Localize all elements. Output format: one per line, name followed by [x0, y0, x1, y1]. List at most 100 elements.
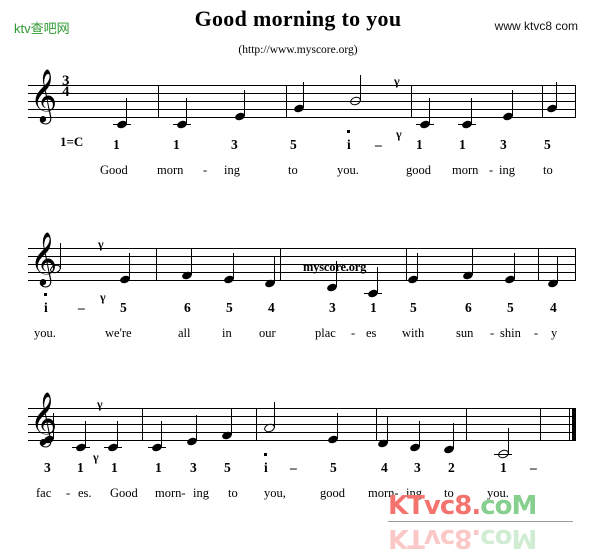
solfa-number: 6	[184, 300, 191, 315]
solfa-number: 5	[226, 300, 233, 315]
solfa-number: 5	[544, 137, 551, 152]
solfa-number: 1	[370, 300, 377, 315]
barline	[256, 408, 257, 441]
staff-line	[28, 256, 576, 257]
number-notation-row-2: i – 5 6 5 4 3 1 5 6 5 4 γ	[0, 291, 596, 320]
lyric-hyphen: -	[490, 326, 495, 340]
solfa-number: 1	[155, 460, 162, 475]
lyrics-row-1: Good morn - ing to you. good morn - ing …	[0, 163, 596, 183]
lyric-syllable: all	[178, 326, 191, 340]
solfa-number: 3	[190, 460, 197, 475]
solfa-number-value: i	[264, 460, 268, 475]
lyric-syllable: es	[366, 326, 377, 340]
barline	[156, 248, 157, 281]
note-stem	[512, 90, 514, 116]
barline	[540, 408, 541, 441]
lyric-syllable: ing	[224, 163, 240, 177]
lyric-syllable: good	[320, 486, 345, 500]
solfa-number: 1	[416, 137, 423, 152]
duration-dash: –	[375, 137, 382, 152]
lyric-syllable: y	[551, 326, 558, 340]
staff-system-1: 𝄞 3 4 1=C γ 1 1 3 5 i – 1 1 3 5 γ Good m…	[0, 72, 596, 205]
sheet-music-page: ktv查吧网 Good morning to you www ktvc8 com…	[0, 0, 596, 555]
staff-line	[28, 248, 576, 249]
staff-line	[28, 416, 576, 417]
solfa-number: 1	[500, 460, 507, 475]
note-head	[419, 119, 431, 130]
staff-line	[28, 424, 576, 425]
solfa-number: 1	[77, 460, 84, 475]
solfa-number-high: i	[347, 130, 351, 153]
solfa-number: 3	[500, 137, 507, 152]
watermark-divider	[388, 521, 573, 522]
solfa-number: 6	[465, 300, 472, 315]
lyric-syllable: our	[259, 326, 276, 340]
site-url-text: www ktvc8 com	[494, 19, 578, 33]
note-head	[151, 442, 163, 453]
note-stem	[274, 257, 276, 283]
watermark-reflection-red: KTvc8.	[388, 523, 481, 553]
note-stem	[196, 415, 198, 441]
barline	[406, 248, 407, 281]
lyric-syllable: morn	[157, 163, 184, 177]
note-stem	[419, 421, 421, 447]
note-stem	[514, 253, 516, 279]
note-stem	[387, 417, 389, 443]
duration-dash: –	[78, 300, 85, 315]
lyric-syllable: shin	[500, 326, 521, 340]
lyric-syllable: ing	[193, 486, 209, 500]
octave-dot-icon	[264, 453, 268, 456]
lyric-syllable: to	[543, 163, 553, 177]
solfa-number: 4	[550, 300, 557, 315]
note-head	[496, 448, 511, 460]
note-head	[443, 444, 455, 455]
note-stem	[556, 82, 558, 108]
note-head	[116, 119, 128, 130]
octave-dot-icon	[44, 293, 48, 296]
solfa-number: 4	[268, 300, 275, 315]
lyric-syllable: to	[228, 486, 238, 500]
duration-dash: –	[290, 460, 297, 475]
staff-lines-3	[28, 408, 576, 441]
duration-dash: –	[530, 460, 537, 475]
note-stem	[417, 253, 419, 279]
barline	[575, 248, 576, 281]
note-stem	[85, 421, 87, 447]
barline	[286, 85, 287, 118]
staff-system-2: 𝄞 γ myscore.org i – 5 6 5 4 3 1 5 6 5 4 …	[0, 235, 596, 368]
barline	[411, 85, 412, 118]
solfa-number: 2	[448, 460, 455, 475]
lyric-hyphen: -	[203, 163, 208, 177]
solfa-number: 5	[410, 300, 417, 315]
staff-lines-1	[28, 85, 576, 118]
solfa-number-high: i	[264, 453, 268, 476]
staff-line	[28, 93, 576, 94]
solfa-number: 5	[330, 460, 337, 475]
solfa-number: 5	[224, 460, 231, 475]
lyric-syllable: sun	[456, 326, 474, 340]
note-stem	[557, 257, 559, 283]
barline	[542, 85, 543, 118]
lyric-hyphen: -	[534, 326, 539, 340]
barline	[466, 408, 467, 441]
note-stem	[117, 421, 119, 447]
solfa-number: 3	[414, 460, 421, 475]
note-head	[75, 442, 87, 453]
solfa-number: 1	[173, 137, 180, 152]
staff-line	[28, 101, 576, 102]
lyric-syllable: morn	[452, 163, 479, 177]
lyric-syllable: you.	[34, 326, 56, 340]
treble-clef-icon: 𝄞	[30, 68, 58, 122]
staff-line	[28, 85, 576, 86]
staff-watermark: myscore.org	[303, 260, 367, 274]
note-stem	[60, 243, 62, 269]
bottom-watermark-reflection: KTvc8.coM	[388, 523, 536, 553]
note-stem	[303, 82, 305, 108]
lyric-hyphen: -	[66, 486, 71, 500]
note-stem	[472, 249, 474, 275]
note-stem	[508, 428, 510, 454]
solfa-number-high: i	[44, 293, 48, 316]
lyric-syllable: in	[222, 326, 232, 340]
staff-lines-2	[28, 248, 576, 281]
solfa-number-value: i	[347, 137, 351, 152]
